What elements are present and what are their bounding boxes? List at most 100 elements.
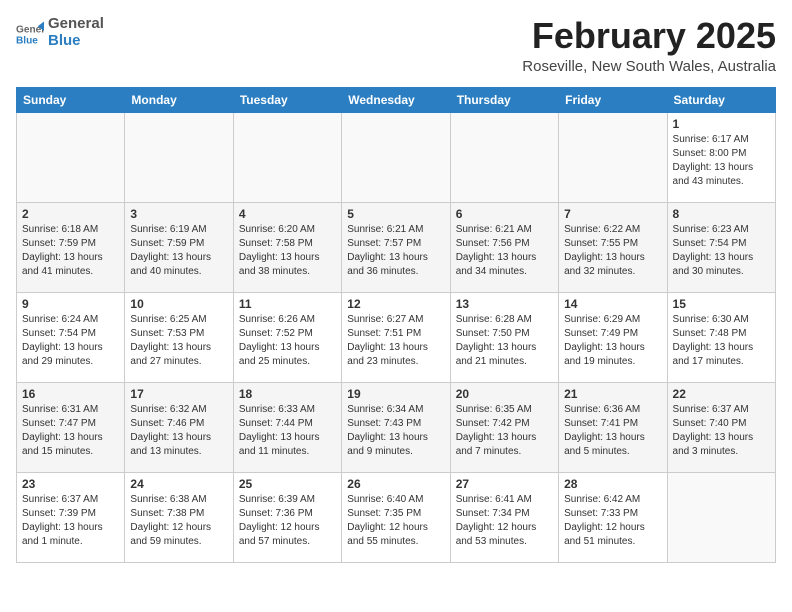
calendar-cell: 14 Sunrise: 6:29 AM Sunset: 7:49 PM Dayli… <box>559 292 667 382</box>
day-number: 27 <box>456 477 553 491</box>
calendar-cell: 13 Sunrise: 6:28 AM Sunset: 7:50 PM Dayli… <box>450 292 558 382</box>
calendar-cell <box>125 112 233 202</box>
day-number: 15 <box>673 297 770 311</box>
day-number: 22 <box>673 387 770 401</box>
day-number: 14 <box>564 297 661 311</box>
calendar-cell: 8 Sunrise: 6:23 AM Sunset: 7:54 PM Daylig… <box>667 202 775 292</box>
day-info: Sunrise: 6:41 AM Sunset: 7:34 PM Dayligh… <box>456 493 553 549</box>
calendar-cell: 3 Sunrise: 6:19 AM Sunset: 7:59 PM Daylig… <box>125 202 233 292</box>
day-info: Sunrise: 6:42 AM Sunset: 7:33 PM Dayligh… <box>564 493 661 549</box>
day-info: Sunrise: 6:26 AM Sunset: 7:52 PM Dayligh… <box>239 313 336 369</box>
day-info: Sunrise: 6:28 AM Sunset: 7:50 PM Dayligh… <box>456 313 553 369</box>
calendar-cell: 19 Sunrise: 6:34 AM Sunset: 7:43 PM Dayli… <box>342 382 450 472</box>
calendar-subtitle: Roseville, New South Wales, Australia <box>522 58 776 75</box>
calendar-cell: 17Sunrise: 6:32 AM Sunset: 7:46 PM Dayli… <box>125 382 233 472</box>
day-number: 19 <box>347 387 444 401</box>
weekday-header-saturday: Saturday <box>667 87 775 112</box>
weekday-header-sunday: Sunday <box>17 87 125 112</box>
calendar-cell: 18 Sunrise: 6:33 AM Sunset: 7:44 PM Dayli… <box>233 382 341 472</box>
logo: General Blue General Blue <box>16 16 104 49</box>
day-number: 24 <box>130 477 227 491</box>
day-info: Sunrise: 6:33 AM Sunset: 7:44 PM Dayligh… <box>239 403 336 459</box>
day-number: 4 <box>239 207 336 221</box>
day-info: Sunrise: 6:40 AM Sunset: 7:35 PM Dayligh… <box>347 493 444 549</box>
day-info: Sunrise: 6:18 AM Sunset: 7:59 PM Dayligh… <box>22 223 119 279</box>
day-number: 1 <box>673 117 770 131</box>
weekday-header-tuesday: Tuesday <box>233 87 341 112</box>
calendar-cell: 24 Sunrise: 6:38 AM Sunset: 7:38 PM Dayli… <box>125 472 233 562</box>
day-info: Sunrise: 6:19 AM Sunset: 7:59 PM Dayligh… <box>130 223 227 279</box>
day-number: 2 <box>22 207 119 221</box>
day-info: Sunrise: 6:17 AM Sunset: 8:00 PM Dayligh… <box>673 133 770 189</box>
day-info: Sunrise: 6:27 AM Sunset: 7:51 PM Dayligh… <box>347 313 444 369</box>
calendar-title: February 2025 <box>522 16 776 56</box>
day-info: Sunrise: 6:37 AM Sunset: 7:40 PM Dayligh… <box>673 403 770 459</box>
day-number: 3 <box>130 207 227 221</box>
day-number: 16 <box>22 387 119 401</box>
day-info: Sunrise: 6:23 AM Sunset: 7:54 PM Dayligh… <box>673 223 770 279</box>
day-number: 8 <box>673 207 770 221</box>
weekday-header-thursday: Thursday <box>450 87 558 112</box>
day-number: 13 <box>456 297 553 311</box>
calendar-cell: 4 Sunrise: 6:20 AM Sunset: 7:58 PM Daylig… <box>233 202 341 292</box>
day-number: 11 <box>239 297 336 311</box>
calendar-cell: 28Sunrise: 6:42 AM Sunset: 7:33 PM Dayli… <box>559 472 667 562</box>
day-info: Sunrise: 6:36 AM Sunset: 7:41 PM Dayligh… <box>564 403 661 459</box>
calendar-cell: 27 Sunrise: 6:41 AM Sunset: 7:34 PM Dayli… <box>450 472 558 562</box>
day-number: 12 <box>347 297 444 311</box>
day-info: Sunrise: 6:20 AM Sunset: 7:58 PM Dayligh… <box>239 223 336 279</box>
weekday-header-friday: Friday <box>559 87 667 112</box>
day-info: Sunrise: 6:21 AM Sunset: 7:56 PM Dayligh… <box>456 223 553 279</box>
calendar-cell: 21 Sunrise: 6:36 AM Sunset: 7:41 PM Dayli… <box>559 382 667 472</box>
day-number: 26 <box>347 477 444 491</box>
calendar-cell: 2 Sunrise: 6:18 AM Sunset: 7:59 PM Daylig… <box>17 202 125 292</box>
day-number: 7 <box>564 207 661 221</box>
logo-general: General <box>48 16 104 33</box>
calendar-cell: 23 Sunrise: 6:37 AM Sunset: 7:39 PM Dayli… <box>17 472 125 562</box>
day-number: 21 <box>564 387 661 401</box>
calendar-table: SundayMondayTuesdayWednesdayThursdayFrid… <box>16 87 776 563</box>
calendar-cell <box>450 112 558 202</box>
calendar-cell: 7 Sunrise: 6:22 AM Sunset: 7:55 PM Daylig… <box>559 202 667 292</box>
day-info: Sunrise: 6:25 AM Sunset: 7:53 PM Dayligh… <box>130 313 227 369</box>
logo-blue: Blue <box>48 33 104 50</box>
calendar-cell: 10Sunrise: 6:25 AM Sunset: 7:53 PM Dayli… <box>125 292 233 382</box>
day-number: 18 <box>239 387 336 401</box>
day-info: Sunrise: 6:29 AM Sunset: 7:49 PM Dayligh… <box>564 313 661 369</box>
day-number: 5 <box>347 207 444 221</box>
calendar-cell: 9Sunrise: 6:24 AM Sunset: 7:54 PM Daylig… <box>17 292 125 382</box>
day-info: Sunrise: 6:37 AM Sunset: 7:39 PM Dayligh… <box>22 493 119 549</box>
calendar-cell: 22 Sunrise: 6:37 AM Sunset: 7:40 PM Dayli… <box>667 382 775 472</box>
day-info: Sunrise: 6:35 AM Sunset: 7:42 PM Dayligh… <box>456 403 553 459</box>
calendar-cell <box>559 112 667 202</box>
calendar-cell: 1 Sunrise: 6:17 AM Sunset: 8:00 PM Daylig… <box>667 112 775 202</box>
day-info: Sunrise: 6:39 AM Sunset: 7:36 PM Dayligh… <box>239 493 336 549</box>
calendar-cell <box>233 112 341 202</box>
calendar-cell <box>342 112 450 202</box>
calendar-cell: 25 Sunrise: 6:39 AM Sunset: 7:36 PM Dayli… <box>233 472 341 562</box>
calendar-cell: 11 Sunrise: 6:26 AM Sunset: 7:52 PM Dayli… <box>233 292 341 382</box>
day-number: 25 <box>239 477 336 491</box>
day-info: Sunrise: 6:21 AM Sunset: 7:57 PM Dayligh… <box>347 223 444 279</box>
day-info: Sunrise: 6:30 AM Sunset: 7:48 PM Dayligh… <box>673 313 770 369</box>
title-area: February 2025 Roseville, New South Wales… <box>522 16 776 75</box>
day-info: Sunrise: 6:38 AM Sunset: 7:38 PM Dayligh… <box>130 493 227 549</box>
day-info: Sunrise: 6:22 AM Sunset: 7:55 PM Dayligh… <box>564 223 661 279</box>
calendar-cell: 5 Sunrise: 6:21 AM Sunset: 7:57 PM Daylig… <box>342 202 450 292</box>
day-number: 23 <box>22 477 119 491</box>
day-number: 20 <box>456 387 553 401</box>
calendar-cell: 26 Sunrise: 6:40 AM Sunset: 7:35 PM Dayli… <box>342 472 450 562</box>
calendar-cell <box>667 472 775 562</box>
day-number: 6 <box>456 207 553 221</box>
day-info: Sunrise: 6:34 AM Sunset: 7:43 PM Dayligh… <box>347 403 444 459</box>
calendar-cell: 20 Sunrise: 6:35 AM Sunset: 7:42 PM Dayli… <box>450 382 558 472</box>
calendar-cell: 16 Sunrise: 6:31 AM Sunset: 7:47 PM Dayli… <box>17 382 125 472</box>
weekday-header-monday: Monday <box>125 87 233 112</box>
day-info: Sunrise: 6:31 AM Sunset: 7:47 PM Dayligh… <box>22 403 119 459</box>
weekday-header-wednesday: Wednesday <box>342 87 450 112</box>
header: General Blue General Blue February 2025 … <box>16 16 776 75</box>
day-number: 17 <box>130 387 227 401</box>
calendar-cell: 12 Sunrise: 6:27 AM Sunset: 7:51 PM Dayli… <box>342 292 450 382</box>
svg-text:Blue: Blue <box>16 35 38 46</box>
calendar-cell: 15 Sunrise: 6:30 AM Sunset: 7:48 PM Dayli… <box>667 292 775 382</box>
